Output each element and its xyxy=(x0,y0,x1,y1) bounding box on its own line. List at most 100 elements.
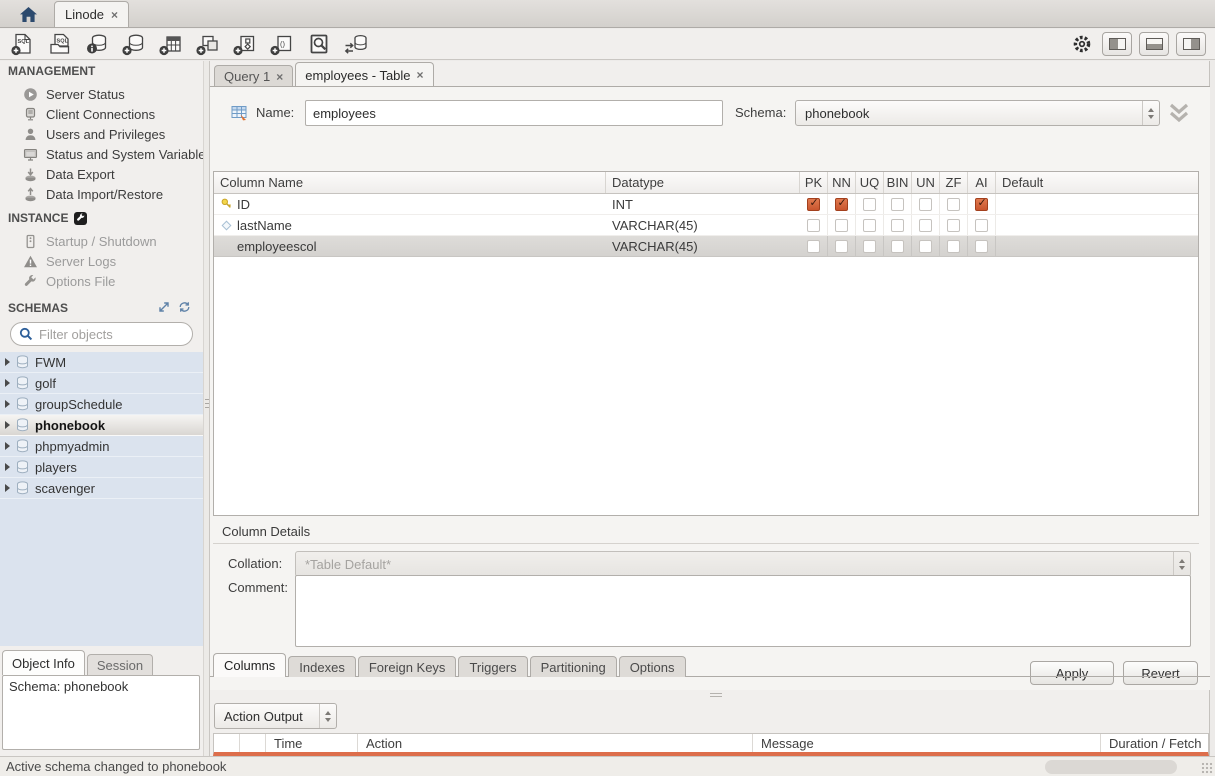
output-col-duration[interactable]: Duration / Fetch xyxy=(1101,734,1208,752)
tab-indexes[interactable]: Indexes xyxy=(288,656,356,677)
sidebar-item-options-file[interactable]: Options File xyxy=(0,271,203,291)
toggle-bottom-panel-button[interactable] xyxy=(1139,32,1169,56)
tab-options[interactable]: Options xyxy=(619,656,686,677)
uq-checkbox[interactable] xyxy=(863,219,876,232)
home-tab[interactable] xyxy=(6,1,50,27)
header-pk[interactable]: PK xyxy=(800,172,828,193)
spinner-icon[interactable] xyxy=(319,704,336,728)
tab-triggers[interactable]: Triggers xyxy=(458,656,527,677)
output-splitter-grip[interactable] xyxy=(710,693,722,697)
sidebar-item-server-status[interactable]: Server Status xyxy=(0,84,203,104)
datatype-cell[interactable]: INT xyxy=(606,197,800,212)
create-procedure-icon[interactable] xyxy=(231,32,258,57)
revert-button[interactable]: Revert xyxy=(1123,661,1198,685)
column-name-cell[interactable]: ID xyxy=(237,197,250,212)
tab-query-1[interactable]: Query 1 × xyxy=(214,65,293,87)
header-un[interactable]: UN xyxy=(912,172,940,193)
zf-checkbox[interactable] xyxy=(947,198,960,211)
sidebar-item-server-logs[interactable]: Server Logs xyxy=(0,251,203,271)
un-checkbox[interactable] xyxy=(919,240,932,253)
datatype-cell[interactable]: VARCHAR(45) xyxy=(606,239,800,254)
pk-checkbox[interactable] xyxy=(807,198,820,211)
expander-icon[interactable] xyxy=(5,484,10,492)
expander-icon[interactable] xyxy=(5,442,10,450)
create-table-icon[interactable] xyxy=(157,32,184,57)
resize-grip[interactable] xyxy=(1201,762,1213,774)
connection-tab-linode[interactable]: Linode × xyxy=(54,1,129,27)
sidebar-item-data-export[interactable]: Data Export xyxy=(0,164,203,184)
bin-checkbox[interactable] xyxy=(891,198,904,211)
new-sql-tab-icon[interactable]: SQL xyxy=(9,32,36,57)
horizontal-scrollbar-thumb[interactable] xyxy=(1045,760,1177,774)
output-col-message[interactable]: Message xyxy=(753,734,1101,752)
header-datatype[interactable]: Datatype xyxy=(606,172,800,193)
schema-row-scavenger[interactable]: scavenger xyxy=(0,478,203,499)
header-default[interactable]: Default xyxy=(996,172,1198,193)
expand-schemas-icon[interactable] xyxy=(158,301,170,313)
table-name-input[interactable] xyxy=(305,100,723,126)
zf-checkbox[interactable] xyxy=(947,219,960,232)
sidebar-item-system-variables[interactable]: Status and System Variables xyxy=(0,144,203,164)
create-function-icon[interactable]: () xyxy=(268,32,295,57)
reconnect-dbms-icon[interactable] xyxy=(342,32,369,57)
schema-row-phpmyadmin[interactable]: phpmyadmin xyxy=(0,436,203,457)
tab-object-info[interactable]: Object Info xyxy=(2,650,85,675)
sidebar-item-startup-shutdown[interactable]: Startup / Shutdown xyxy=(0,231,203,251)
nn-checkbox[interactable] xyxy=(835,198,848,211)
tab-foreign-keys[interactable]: Foreign Keys xyxy=(358,656,457,677)
column-row-employeescol[interactable]: employeescol VARCHAR(45) xyxy=(214,236,1198,257)
zf-checkbox[interactable] xyxy=(947,240,960,253)
datatype-cell[interactable]: VARCHAR(45) xyxy=(606,218,800,233)
create-schema-icon[interactable] xyxy=(120,32,147,57)
close-icon[interactable]: × xyxy=(111,8,118,22)
refresh-schemas-icon[interactable] xyxy=(178,301,191,313)
close-icon[interactable]: × xyxy=(276,70,283,84)
output-col-time[interactable]: Time xyxy=(266,734,358,752)
filter-objects-input[interactable] xyxy=(39,327,169,342)
schema-row-golf[interactable]: golf xyxy=(0,373,203,394)
nn-checkbox[interactable] xyxy=(835,240,848,253)
ai-checkbox[interactable] xyxy=(975,219,988,232)
schema-row-phonebook[interactable]: phonebook xyxy=(0,415,203,436)
expander-icon[interactable] xyxy=(5,400,10,408)
uq-checkbox[interactable] xyxy=(863,198,876,211)
action-output-select[interactable]: Action Output xyxy=(214,703,337,729)
nn-checkbox[interactable] xyxy=(835,219,848,232)
un-checkbox[interactable] xyxy=(919,219,932,232)
column-name-cell[interactable]: employeescol xyxy=(237,239,317,254)
output-col-blank-2[interactable] xyxy=(240,734,266,752)
schema-row-groupschedule[interactable]: groupSchedule xyxy=(0,394,203,415)
un-checkbox[interactable] xyxy=(919,198,932,211)
create-view-icon[interactable] xyxy=(194,32,221,57)
bin-checkbox[interactable] xyxy=(891,240,904,253)
sidebar-item-data-import[interactable]: Data Import/Restore xyxy=(0,184,203,204)
expander-icon[interactable] xyxy=(5,379,10,387)
expander-icon[interactable] xyxy=(5,463,10,471)
sidebar-item-client-connections[interactable]: Client Connections xyxy=(0,104,203,124)
tab-employees-table[interactable]: employees - Table × xyxy=(295,62,433,87)
comment-textarea[interactable] xyxy=(295,575,1191,647)
pk-checkbox[interactable] xyxy=(807,219,820,232)
toggle-left-panel-button[interactable] xyxy=(1102,32,1132,56)
close-icon[interactable]: × xyxy=(417,68,424,82)
header-nn[interactable]: NN xyxy=(828,172,856,193)
output-col-blank-1[interactable] xyxy=(214,734,240,752)
spinner-icon[interactable] xyxy=(1142,101,1159,125)
header-bin[interactable]: BIN xyxy=(884,172,912,193)
collation-select[interactable]: *Table Default* xyxy=(295,551,1191,577)
column-row-lastname[interactable]: lastName VARCHAR(45) xyxy=(214,215,1198,236)
header-zf[interactable]: ZF xyxy=(940,172,968,193)
header-uq[interactable]: UQ xyxy=(856,172,884,193)
column-name-cell[interactable]: lastName xyxy=(237,218,292,233)
toggle-right-panel-button[interactable] xyxy=(1176,32,1206,56)
ai-checkbox[interactable] xyxy=(975,198,988,211)
output-col-action[interactable]: Action xyxy=(358,734,753,752)
schema-select[interactable]: phonebook xyxy=(795,100,1160,126)
collapse-header-chevron-icon[interactable] xyxy=(1167,102,1191,124)
bin-checkbox[interactable] xyxy=(891,219,904,232)
expander-icon[interactable] xyxy=(5,421,10,429)
pk-checkbox[interactable] xyxy=(807,240,820,253)
inspect-database-icon[interactable] xyxy=(83,32,110,57)
search-data-icon[interactable] xyxy=(305,32,332,57)
tab-partitioning[interactable]: Partitioning xyxy=(530,656,617,677)
